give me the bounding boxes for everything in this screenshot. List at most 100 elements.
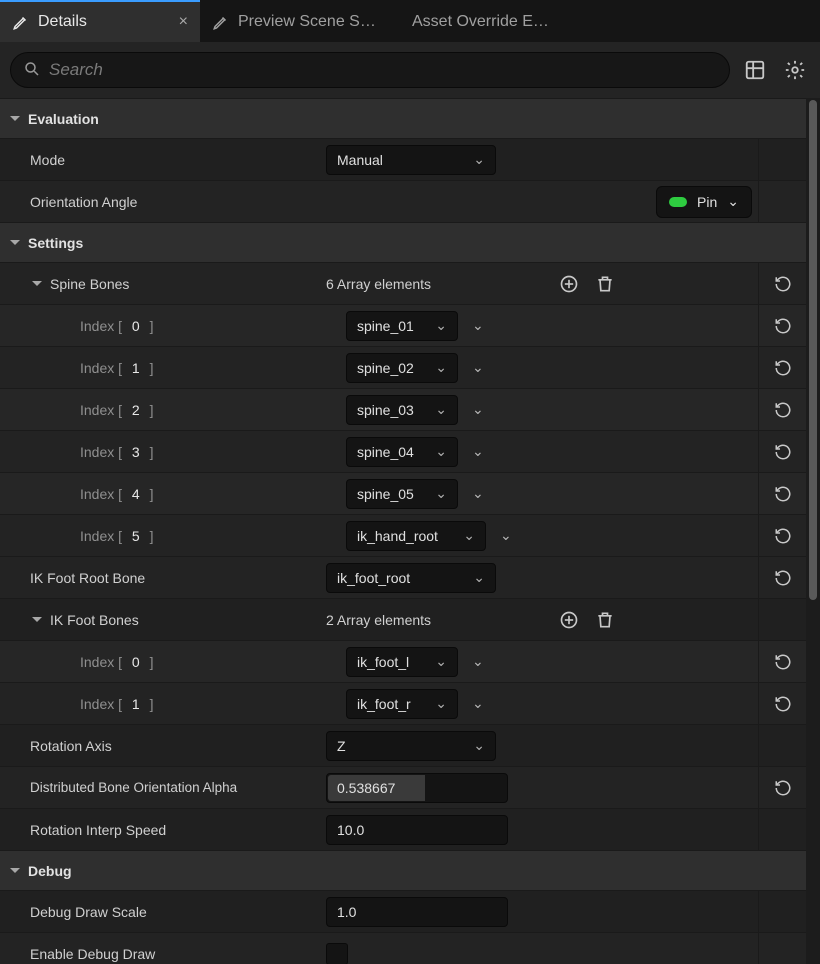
drag-handle[interactable] bbox=[0, 347, 20, 388]
add-element-button[interactable] bbox=[556, 271, 582, 297]
tab-details[interactable]: Details × bbox=[0, 0, 200, 42]
reset-button[interactable] bbox=[770, 565, 796, 591]
reset-button[interactable] bbox=[770, 355, 796, 381]
bone-dropdown[interactable]: ik_hand_root ⌄ bbox=[346, 521, 486, 551]
chevron-down-icon: ⌄ bbox=[435, 485, 447, 502]
numeric-value: 10.0 bbox=[337, 822, 364, 838]
ik-foot-root-bone-dropdown[interactable]: ik_foot_root ⌄ bbox=[326, 563, 496, 593]
reset-button[interactable] bbox=[770, 397, 796, 423]
drag-handle[interactable] bbox=[0, 641, 20, 682]
array-count: 2 Array elements bbox=[326, 612, 431, 628]
chevron-down-icon: ⌄ bbox=[473, 569, 485, 586]
drag-handle[interactable] bbox=[0, 515, 20, 556]
reset-button[interactable] bbox=[770, 775, 796, 801]
dbo-alpha-input[interactable]: 0.538667 bbox=[326, 773, 508, 803]
numeric-value: 1.0 bbox=[337, 904, 356, 920]
tab-asset-override[interactable]: Asset Override E… bbox=[400, 2, 580, 42]
drag-handle[interactable] bbox=[0, 431, 20, 472]
pin-indicator-icon bbox=[669, 197, 687, 207]
bone-dropdown[interactable]: spine_03 ⌄ bbox=[346, 395, 458, 425]
property-label-orientation-angle: Orientation Angle bbox=[0, 181, 316, 222]
element-options-button[interactable]: ⌄ bbox=[468, 359, 488, 376]
category-debug[interactable]: Debug bbox=[0, 850, 806, 890]
dropdown-value: ik_foot_root bbox=[337, 570, 465, 586]
reset-cell bbox=[758, 725, 806, 766]
element-options-button[interactable]: ⌄ bbox=[468, 317, 488, 334]
drag-handle[interactable] bbox=[0, 305, 20, 346]
search-icon bbox=[23, 60, 41, 81]
property-label-ik-foot-root-bone: IK Foot Root Bone bbox=[0, 557, 316, 598]
tab-preview-scene[interactable]: Preview Scene S… bbox=[200, 2, 400, 42]
reset-cell bbox=[758, 891, 806, 932]
element-options-button[interactable]: ⌄ bbox=[468, 653, 488, 670]
reset-button[interactable] bbox=[770, 439, 796, 465]
pin-button[interactable]: Pin ⌄ bbox=[656, 186, 752, 218]
settings-button[interactable] bbox=[780, 55, 810, 85]
element-options-button[interactable]: ⌄ bbox=[468, 485, 488, 502]
array-index-label: Index [ 5 ] bbox=[20, 515, 336, 556]
property-label-rotation-interp-speed: Rotation Interp Speed bbox=[0, 809, 316, 850]
search-input-container[interactable] bbox=[10, 52, 730, 88]
array-index-label: Index [ 0 ] bbox=[20, 305, 336, 346]
dropdown-value: spine_01 bbox=[357, 318, 427, 334]
dropdown-value: spine_05 bbox=[357, 486, 427, 502]
scrollbar-thumb[interactable] bbox=[809, 100, 817, 600]
reset-button[interactable] bbox=[770, 313, 796, 339]
element-options-button[interactable]: ⌄ bbox=[468, 401, 488, 418]
drag-handle[interactable] bbox=[0, 389, 20, 430]
clear-array-button[interactable] bbox=[592, 271, 618, 297]
category-title: Settings bbox=[28, 235, 83, 251]
drag-handle[interactable] bbox=[0, 473, 20, 514]
search-input[interactable] bbox=[49, 60, 717, 80]
reset-button[interactable] bbox=[770, 691, 796, 717]
bone-dropdown[interactable]: ik_foot_l ⌄ bbox=[346, 647, 458, 677]
array-index-label: Index [ 0 ] bbox=[20, 641, 336, 682]
drag-handle[interactable] bbox=[0, 683, 20, 724]
array-count: 6 Array elements bbox=[326, 276, 431, 292]
bone-dropdown[interactable]: spine_01 ⌄ bbox=[346, 311, 458, 341]
property-label-spine-bones[interactable]: Spine Bones bbox=[0, 263, 316, 304]
bone-dropdown[interactable]: spine_05 ⌄ bbox=[346, 479, 458, 509]
clear-array-button[interactable] bbox=[592, 607, 618, 633]
bone-dropdown[interactable]: spine_04 ⌄ bbox=[346, 437, 458, 467]
debug-draw-scale-input[interactable]: 1.0 bbox=[326, 897, 508, 927]
view-options-button[interactable] bbox=[740, 55, 770, 85]
mode-dropdown[interactable]: Manual ⌄ bbox=[326, 145, 496, 175]
chevron-down-icon: ⌄ bbox=[473, 737, 485, 754]
array-index-label: Index [ 2 ] bbox=[20, 389, 336, 430]
dropdown-value: spine_04 bbox=[357, 444, 427, 460]
reset-cell bbox=[758, 809, 806, 850]
rotation-axis-dropdown[interactable]: Z ⌄ bbox=[326, 731, 496, 761]
array-index-label: Index [ 3 ] bbox=[20, 431, 336, 472]
reset-cell bbox=[758, 933, 806, 964]
element-options-button[interactable]: ⌄ bbox=[496, 527, 516, 544]
pencil-icon bbox=[212, 13, 230, 31]
dropdown-value: spine_02 bbox=[357, 360, 427, 376]
dropdown-value: spine_03 bbox=[357, 402, 427, 418]
enable-debug-draw-checkbox[interactable] bbox=[326, 943, 348, 964]
property-label-ik-foot-bones[interactable]: IK Foot Bones bbox=[0, 599, 316, 640]
property-label-mode: Mode bbox=[0, 139, 316, 180]
rotation-interp-speed-input[interactable]: 10.0 bbox=[326, 815, 508, 845]
scrollbar[interactable] bbox=[806, 98, 820, 964]
chevron-down-icon: ⌄ bbox=[435, 317, 447, 334]
close-icon[interactable]: × bbox=[179, 13, 188, 31]
reset-button[interactable] bbox=[770, 481, 796, 507]
category-evaluation[interactable]: Evaluation bbox=[0, 98, 806, 138]
element-options-button[interactable]: ⌄ bbox=[468, 695, 488, 712]
bone-dropdown[interactable]: spine_02 ⌄ bbox=[346, 353, 458, 383]
reset-button[interactable] bbox=[770, 271, 796, 297]
bone-dropdown[interactable]: ik_foot_r ⌄ bbox=[346, 689, 458, 719]
tab-label: Asset Override E… bbox=[412, 13, 568, 31]
chevron-down-icon bbox=[30, 613, 44, 627]
add-element-button[interactable] bbox=[556, 607, 582, 633]
array-index-label: Index [ 1 ] bbox=[20, 683, 336, 724]
reset-button[interactable] bbox=[770, 523, 796, 549]
reset-button[interactable] bbox=[770, 649, 796, 675]
array-index-label: Index [ 4 ] bbox=[20, 473, 336, 514]
chevron-down-icon bbox=[8, 864, 22, 878]
numeric-value: 0.538667 bbox=[337, 780, 395, 796]
category-settings[interactable]: Settings bbox=[0, 222, 806, 262]
element-options-button[interactable]: ⌄ bbox=[468, 443, 488, 460]
chevron-down-icon bbox=[8, 112, 22, 126]
